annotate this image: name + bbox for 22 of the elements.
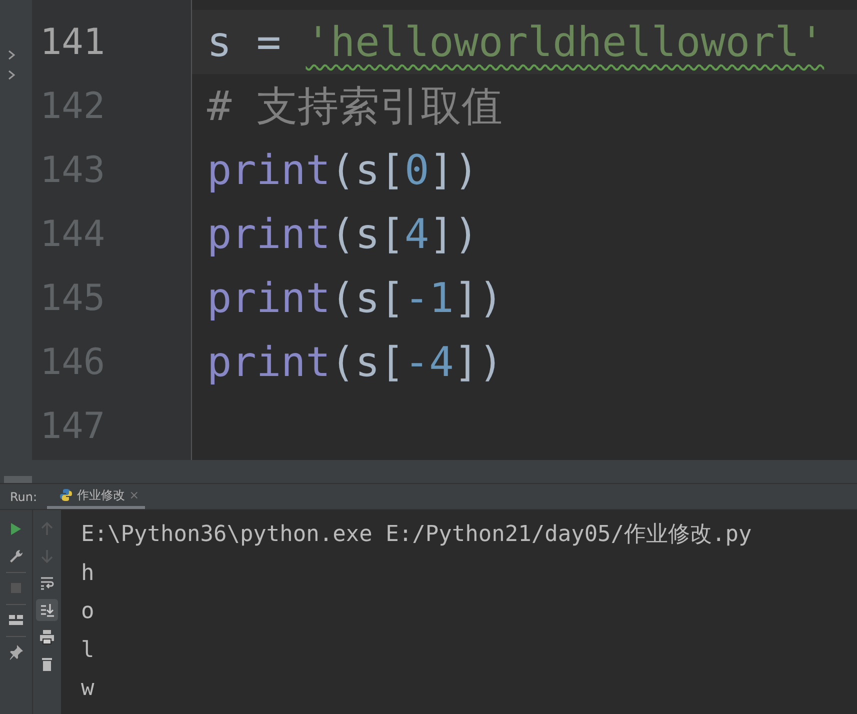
pin-icon[interactable] (8, 644, 24, 660)
console-line: w (81, 675, 96, 703)
console-line: o (81, 598, 96, 626)
scrollbar[interactable] (4, 476, 32, 483)
console-line: h (81, 560, 96, 588)
code-line: print(s[-1]) (207, 274, 504, 322)
line-number: 141 (39, 22, 106, 62)
console-line: l (81, 636, 96, 664)
code-line: print(s[-4]) (207, 338, 504, 386)
run-label: Run: (9, 488, 38, 506)
code-line: # 支持索引取值 (207, 80, 502, 132)
soft-wrap-icon[interactable] (39, 575, 55, 591)
console-line: E:\Python36\python.exe E:/Python21/day05/作业修改.py (81, 521, 753, 549)
trash-icon[interactable] (39, 656, 55, 672)
layout-icon[interactable] (8, 612, 24, 628)
scroll-to-end-icon[interactable] (36, 599, 58, 621)
code-line: print(s[4]) (207, 210, 479, 258)
code-line: print(s[0]) (207, 146, 479, 194)
wrench-icon[interactable] (8, 548, 24, 564)
python-icon (59, 488, 74, 502)
code-line: s = 'helloworldhelloworl' (207, 18, 824, 66)
print-icon[interactable] (39, 629, 55, 645)
